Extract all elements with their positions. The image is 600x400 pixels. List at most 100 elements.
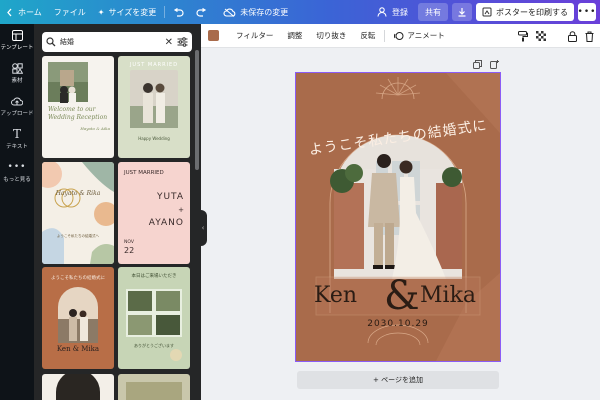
download-button[interactable] — [452, 3, 472, 21]
add-page-icon[interactable] — [490, 60, 499, 69]
filter-icon[interactable] — [177, 37, 188, 47]
poster-name-left[interactable]: Ken — [314, 283, 357, 308]
template-search[interactable]: ✕ — [42, 32, 192, 52]
editor-toolbar: フィルター 調整 切り抜き 反転 アニメート — [201, 24, 600, 48]
template-text: ようこそ私たちの結婚式へ — [57, 234, 99, 238]
flip-label: 反転 — [360, 31, 376, 40]
template-preview — [56, 374, 100, 400]
resize-button[interactable]: ✦ サイズを変更 — [92, 0, 162, 24]
rail-item-templates[interactable]: テンプレート — [0, 24, 34, 57]
download-icon — [458, 8, 466, 17]
filter-label: フィルター — [236, 31, 274, 40]
rail-label: テンプレート — [0, 45, 34, 51]
template-text: + — [178, 206, 184, 214]
back-home-button[interactable]: ホーム — [0, 0, 48, 24]
sparkle-icon: ✦ — [97, 7, 105, 17]
template-preview — [42, 162, 114, 264]
add-page-button[interactable]: + ページを追加 — [297, 371, 499, 389]
filter-button[interactable]: フィルター — [229, 30, 280, 41]
template-thumbnail[interactable]: ようこそ私たちの結婚式に Ken & Mika — [42, 267, 114, 369]
adjust-button[interactable]: 調整 — [280, 30, 309, 41]
crop-button[interactable]: 切り抜き — [309, 30, 353, 41]
lock-icon[interactable] — [568, 30, 577, 42]
rail-label: アップロード — [0, 111, 34, 117]
clear-search-icon[interactable]: ✕ — [165, 37, 173, 48]
template-text: JUST MARRIED — [124, 170, 164, 176]
template-preview — [130, 70, 178, 128]
trash-icon[interactable] — [585, 31, 594, 42]
signup-button[interactable]: 登録 — [371, 0, 414, 24]
ampersand-glyph: & — [384, 273, 420, 319]
template-preview — [126, 289, 182, 361]
template-thumbnail[interactable]: JUST MARRIED Happy Wedding — [118, 56, 190, 158]
search-input[interactable] — [60, 38, 161, 46]
template-text: Wedding Reception — [48, 114, 108, 121]
template-text: ありがとうございます — [134, 343, 174, 348]
undo-icon — [174, 7, 184, 17]
rail-item-more[interactable]: ••• もっと見る — [0, 156, 34, 189]
top-bar: ホーム ファイル ✦ サイズを変更 未保存の変更 登録 共有 ポスターを印刷する… — [0, 0, 600, 24]
template-text: 22 — [124, 246, 135, 255]
template-text: Ken & Mika — [56, 345, 100, 353]
paint-roller-icon[interactable] — [518, 30, 528, 42]
text-icon: T — [12, 127, 21, 141]
poster-canvas[interactable]: & ようこそ私たちの結婚式に Ken Mika 2030.10.29 — [295, 72, 501, 362]
add-page-label: + ページを追加 — [373, 376, 423, 384]
duplicate-page-icon[interactable] — [473, 60, 482, 69]
upload-icon — [11, 97, 23, 106]
template-thumbnail[interactable]: 本日はご来場いただき ありがとうございます — [118, 267, 190, 369]
home-label: ホーム — [18, 7, 42, 17]
crop-label: 切り抜き — [316, 31, 347, 40]
rail-item-text[interactable]: T テキスト — [0, 123, 34, 156]
template-thumbnail[interactable]: Hayato & Rika ようこそ私たちの結婚式へ — [42, 162, 114, 264]
animate-button[interactable]: アニメート — [387, 30, 451, 41]
template-preview — [58, 287, 98, 343]
rail-label: 素材 — [11, 78, 23, 84]
adjust-label: 調整 — [287, 31, 303, 40]
animate-icon — [394, 31, 404, 40]
save-status-label: 未保存の変更 — [240, 7, 289, 17]
rail-item-uploads[interactable]: アップロード — [0, 90, 34, 123]
redo-icon — [196, 7, 207, 17]
flip-button[interactable]: 反転 — [353, 30, 382, 41]
poster-date[interactable]: 2030.10.29 — [296, 319, 500, 329]
template-text: Hayato & Aika — [80, 126, 110, 131]
divider — [164, 6, 166, 18]
transparency-icon[interactable] — [536, 31, 546, 41]
toolbar-right — [518, 24, 594, 48]
page-tools — [473, 60, 499, 69]
file-menu[interactable]: ファイル — [48, 0, 92, 24]
resize-label: サイズを変更 — [108, 7, 157, 17]
poster-name-right[interactable]: Mika — [420, 283, 476, 308]
template-thumbnail[interactable]: JUST MARRIED YUTA + AYANO NOV 22 — [118, 162, 190, 264]
collapse-panel-button[interactable]: ‹ — [199, 210, 207, 246]
share-button[interactable]: 共有 — [418, 3, 448, 21]
save-status[interactable]: 未保存の変更 — [217, 0, 294, 24]
template-text: Hayato & Rika — [55, 190, 101, 197]
rail-item-elements[interactable]: 素材 — [0, 57, 34, 90]
panel-scrollbar[interactable] — [195, 50, 199, 170]
undo-button[interactable] — [167, 0, 190, 24]
template-thumbnail[interactable] — [118, 374, 190, 400]
template-text: ようこそ私たちの結婚式に — [51, 276, 105, 281]
animate-label: アニメート — [407, 31, 445, 40]
rail-label: テキスト — [6, 144, 28, 150]
signup-label: 登録 — [392, 7, 408, 17]
elements-icon — [11, 63, 23, 74]
rail-label: もっと見る — [3, 177, 31, 183]
divider — [384, 29, 386, 42]
template-text: NOV — [124, 240, 134, 245]
template-text: 本日はご来場いただき — [131, 274, 177, 279]
template-text: YUTA — [156, 192, 184, 202]
color-swatch[interactable] — [208, 30, 219, 41]
print-poster-button[interactable]: ポスターを印刷する — [476, 3, 574, 21]
template-icon — [11, 30, 23, 41]
template-thumbnail[interactable] — [42, 374, 114, 400]
more-options-button[interactable]: ••• — [578, 3, 596, 21]
file-label: ファイル — [53, 7, 86, 17]
ellipsis-icon: ••• — [577, 7, 597, 17]
redo-button[interactable] — [190, 0, 213, 24]
search-icon — [46, 37, 56, 47]
template-thumbnail[interactable]: Welcome to our Wedding Reception Hayato … — [42, 56, 114, 158]
template-text: Happy Wedding — [138, 136, 170, 141]
